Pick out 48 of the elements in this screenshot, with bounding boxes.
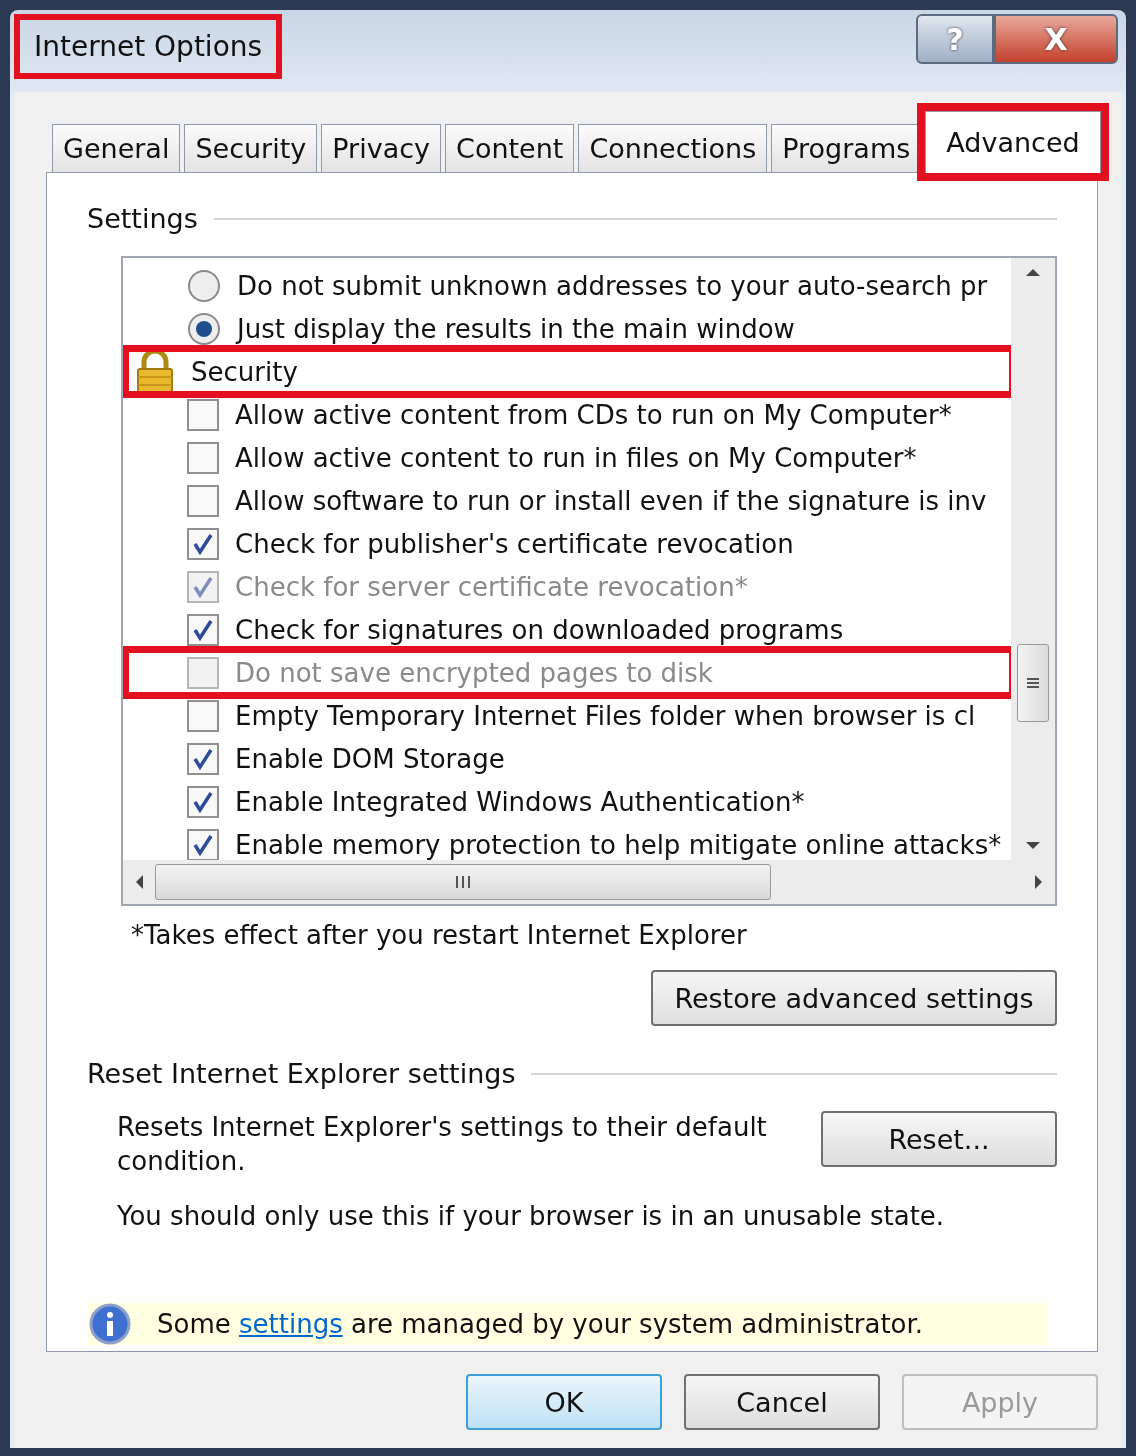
scroll-down-icon[interactable] bbox=[1024, 840, 1042, 852]
category-label: Security bbox=[191, 356, 298, 387]
scrollbar-thumb[interactable] bbox=[1017, 644, 1049, 722]
reset-warning: You should only use this if your browser is in an unusable state. bbox=[117, 1200, 946, 1231]
checkbox[interactable] bbox=[187, 699, 219, 732]
group-heading: Settings bbox=[87, 203, 198, 234]
option-label: Do not submit unknown addresses to your auto-search pr bbox=[237, 270, 988, 301]
option-label: Enable Integrated Windows Authentication* bbox=[235, 786, 805, 817]
option-label: Check for publisher's certificate revocation bbox=[235, 528, 794, 559]
option-label: Enable DOM Storage bbox=[235, 743, 505, 774]
radio-button[interactable] bbox=[187, 268, 221, 303]
tab[interactable]: Connections bbox=[578, 124, 768, 172]
footnote: *Takes effect after you restart Internet Explorer bbox=[131, 920, 748, 950]
dialog-button[interactable]: OK bbox=[466, 1374, 662, 1430]
tab[interactable]: Privacy bbox=[321, 124, 442, 172]
info-icon bbox=[89, 1303, 131, 1345]
window-title: Internet Options bbox=[14, 14, 283, 79]
option-label: Allow active content to run in files on My Computer* bbox=[235, 442, 917, 473]
settings-link[interactable]: settings bbox=[239, 1309, 343, 1339]
option-label: Do not save encrypted pages to disk bbox=[235, 657, 713, 688]
checkbox[interactable] bbox=[187, 785, 219, 818]
option-label: Just display the results in the main window bbox=[237, 313, 795, 344]
checkbox[interactable] bbox=[187, 828, 219, 860]
option-label: Allow active content from CDs to run on My Computer* bbox=[235, 399, 952, 430]
radio-button[interactable] bbox=[187, 311, 221, 346]
tab[interactable]: Content bbox=[445, 124, 575, 172]
scroll-up-icon[interactable] bbox=[1024, 266, 1042, 278]
scrollbar-thumb[interactable] bbox=[155, 864, 771, 900]
option-label: Check for server certificate revocation* bbox=[235, 571, 748, 602]
option-label: Enable memory protection to help mitigate online attacks* bbox=[235, 829, 1002, 860]
reset-button[interactable]: Reset... bbox=[821, 1111, 1057, 1167]
option-label: Check for signatures on downloaded programs bbox=[235, 614, 844, 645]
checkbox[interactable] bbox=[187, 742, 219, 775]
checkbox[interactable] bbox=[187, 398, 219, 431]
option-label: Allow software to run or install even if the signature is inv bbox=[235, 485, 987, 516]
tab[interactable]: Security bbox=[184, 124, 318, 172]
tab[interactable]: General bbox=[52, 124, 181, 172]
checkbox[interactable] bbox=[187, 613, 219, 646]
checkbox[interactable] bbox=[187, 484, 219, 517]
checkbox[interactable] bbox=[187, 441, 219, 474]
dialog-button[interactable]: Cancel bbox=[684, 1374, 880, 1430]
scroll-right-icon[interactable] bbox=[1033, 873, 1045, 891]
option-label: Empty Temporary Internet Files folder when browser is cl bbox=[235, 700, 976, 731]
restore-button[interactable]: Restore advanced settings bbox=[651, 970, 1057, 1026]
reset-description: Resets Internet Explorer's settings to their default condition. bbox=[117, 1111, 768, 1178]
info-message: Some settings are managed by your system administrator. bbox=[157, 1309, 924, 1339]
group-heading: Reset Internet Explorer settings bbox=[87, 1058, 516, 1089]
checkbox[interactable] bbox=[187, 527, 219, 560]
